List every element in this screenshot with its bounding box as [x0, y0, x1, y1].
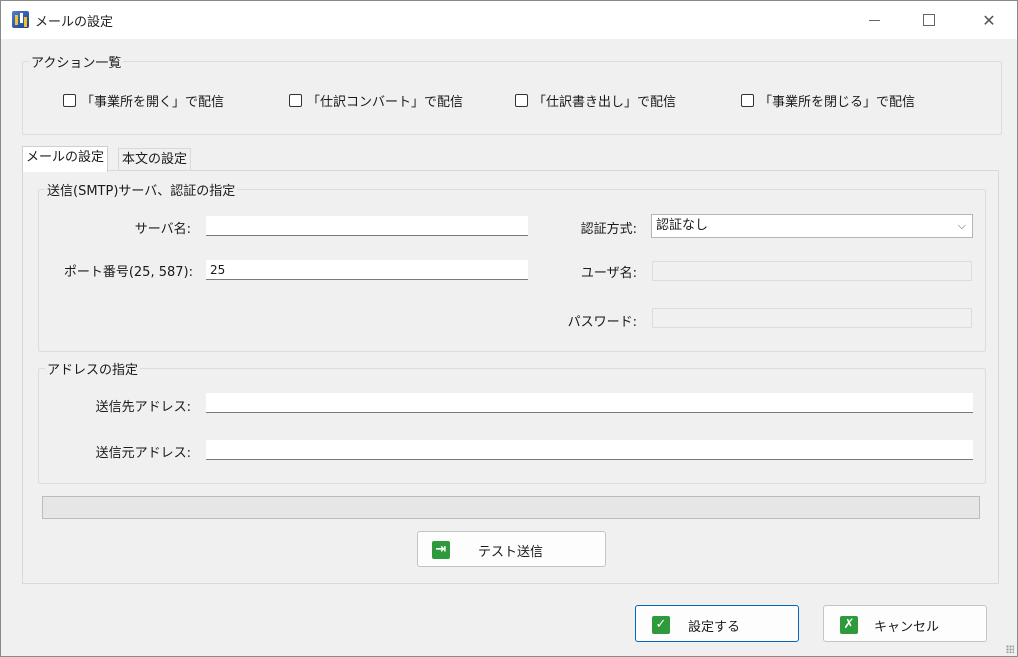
chevron-down-icon: ⌵ [957, 219, 966, 232]
cancel-label: キャンセル [874, 620, 940, 635]
app-icon [12, 11, 29, 28]
to-address-label: 送信先アドレス: [95, 400, 191, 415]
window-title: メールの設定 [35, 15, 114, 30]
save-settings-label: 設定する [688, 620, 741, 635]
send-icon: ⇥ [432, 541, 450, 559]
from-address-input[interactable] [206, 440, 973, 460]
tab-mail-settings[interactable]: メールの設定 [22, 146, 109, 172]
action-close-office-checkbox[interactable]: 「事業所を閉じる」で配信 [741, 91, 915, 110]
port-number-input[interactable]: 25 [206, 260, 528, 280]
tab-body-settings[interactable]: 本文の設定 [118, 148, 192, 171]
progress-bar [42, 496, 980, 519]
close-icon: ✕ [982, 10, 996, 30]
test-send-button[interactable]: ⇥ テスト送信 [417, 531, 606, 567]
server-name-label: サーバ名: [134, 222, 191, 237]
action-convert-checkbox[interactable]: 「仕訳コンバート」で配信 [289, 91, 463, 110]
save-settings-button[interactable]: ✓ 設定する [635, 605, 799, 642]
checkbox-label: 「仕訳コンバート」で配信 [307, 95, 464, 110]
cross-icon: ✗ [840, 616, 858, 634]
auth-method-label: 認証方式: [580, 222, 637, 237]
auth-method-value: 認証なし [656, 218, 709, 233]
port-number-label: ポート番号(25, 587): [63, 265, 193, 280]
password-label: パスワード: [567, 315, 637, 330]
checkbox[interactable] [289, 94, 302, 107]
username-label: ユーザ名: [580, 266, 637, 281]
server-name-input[interactable] [206, 216, 528, 236]
title-bar: メールの設定 ✕ [1, 1, 1017, 39]
username-input[interactable] [652, 261, 972, 281]
password-input[interactable] [652, 308, 972, 328]
address-legend: アドレスの指定 [45, 359, 141, 378]
close-button[interactable]: ✕ [966, 1, 1012, 39]
mail-settings-window: メールの設定 ✕ アクション一覧 「事業所を開く」で配信 「仕訳コンバート」で配… [0, 0, 1018, 657]
checkbox-label: 「事業所を閉じる」で配信 [759, 95, 916, 110]
check-icon: ✓ [652, 616, 670, 634]
checkbox[interactable] [741, 94, 754, 107]
minimize-button[interactable] [851, 1, 897, 39]
checkbox[interactable] [515, 94, 528, 107]
from-address-label: 送信元アドレス: [95, 446, 191, 461]
action-open-office-checkbox[interactable]: 「事業所を開く」で配信 [63, 91, 224, 110]
action-list-legend: アクション一覧 [29, 52, 124, 71]
checkbox-label: 「事業所を開く」で配信 [81, 95, 225, 110]
auth-method-select[interactable]: 認証なし ⌵ [651, 214, 973, 238]
resize-grip[interactable] [1006, 645, 1014, 653]
maximize-icon [923, 14, 935, 26]
minimize-icon [868, 19, 880, 21]
to-address-input[interactable] [206, 393, 973, 413]
test-send-label: テスト送信 [478, 545, 544, 560]
checkbox[interactable] [63, 94, 76, 107]
smtp-legend: 送信(SMTP)サーバ、認証の指定 [45, 180, 238, 199]
action-export-checkbox[interactable]: 「仕訳書き出し」で配信 [515, 91, 676, 110]
maximize-button[interactable] [906, 1, 952, 39]
checkbox-label: 「仕訳書き出し」で配信 [533, 95, 677, 110]
cancel-button[interactable]: ✗ キャンセル [823, 605, 987, 642]
address-group [38, 368, 986, 484]
